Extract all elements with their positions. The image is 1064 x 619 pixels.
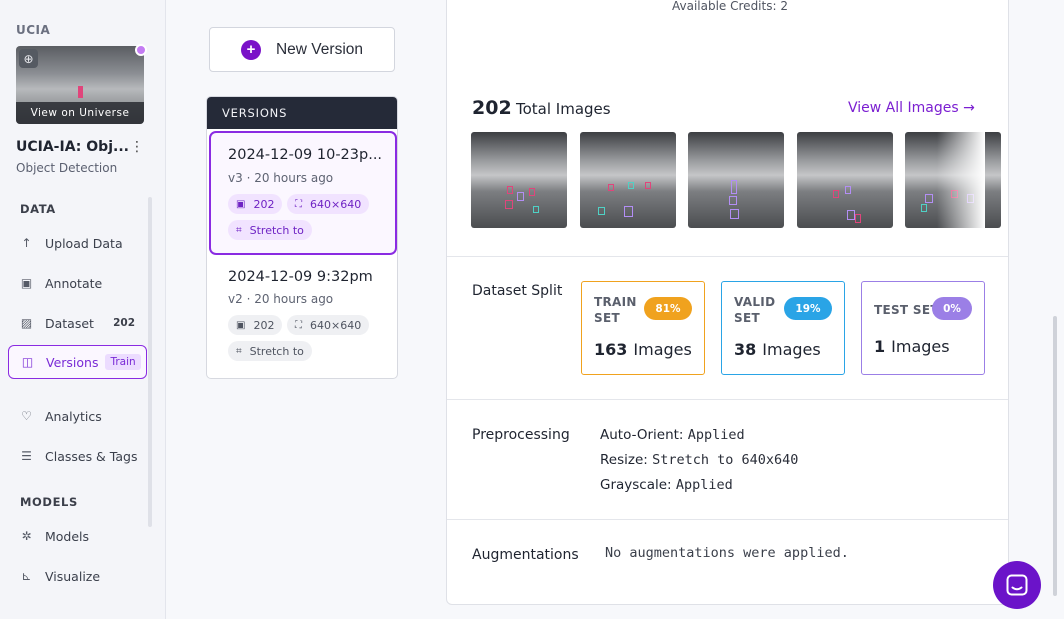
versions-icon: ◫ (21, 355, 34, 369)
divider (447, 256, 1008, 257)
image-thumbnail[interactable] (580, 132, 676, 228)
split-name: TRAIN SET (594, 295, 637, 325)
train-badge: Train (105, 354, 141, 370)
kebab-menu-icon[interactable]: ⋮ (130, 139, 144, 155)
version-card-v2[interactable]: 2024-12-09 9:32pm v2 · 20 hours ago ▣ 20… (209, 255, 397, 375)
chat-launcher-button[interactable] (993, 561, 1041, 609)
expand-icon: ⛶ (295, 319, 302, 331)
split-name: VALID SET (734, 295, 776, 325)
sidebar-item-label: Versions (46, 354, 99, 370)
sidebar-item-annotate[interactable]: ▣ Annotate (8, 266, 147, 300)
sidebar-item-versions[interactable]: ◫ Versions Train (8, 345, 147, 379)
image-icon: ▣ (236, 319, 246, 331)
sidebar-item-classes-tags[interactable]: ☰ Classes & Tags (8, 439, 147, 473)
sidebar-item-label: Annotate (45, 275, 103, 291)
annotate-icon: ▣ (20, 276, 33, 290)
section-title-data: DATA (20, 202, 56, 216)
project-type: Object Detection (16, 161, 118, 175)
split-name: TEST SET (874, 303, 939, 317)
sidebar-item-label: Dataset (45, 315, 94, 331)
sidebar-item-visualize[interactable]: ⊾ Visualize (8, 559, 147, 593)
globe-icon: ⊕ (19, 49, 38, 68)
view-all-images-link[interactable]: View All Images → (848, 100, 975, 116)
sidebar-item-label: Models (45, 528, 90, 544)
dataset-count-badge: 202 (113, 317, 135, 329)
split-count: 38 Images (734, 340, 821, 359)
project-status-dot (135, 44, 147, 56)
version-card-v3[interactable]: 2024-12-09 10-23p... v3 · 20 hours ago ▣… (209, 131, 397, 255)
version-meta: v2 · 20 hours ago (228, 292, 334, 306)
images-chip: ▣ 202 (228, 194, 283, 214)
image-thumbnail[interactable] (471, 132, 567, 228)
plus-icon: + (240, 39, 261, 60)
divider (447, 399, 1008, 400)
sidebar-scrollbar[interactable] (148, 197, 152, 527)
augmentations-value: No augmentations were applied. (605, 545, 849, 561)
valid-set-card: VALID SET 19% 38 Images (721, 281, 845, 375)
section-title-models: MODELS (20, 495, 78, 509)
preprocessing-grayscale: Grayscale: Applied (600, 477, 733, 493)
split-percent-badge: 0% (932, 297, 972, 320)
dataset-split-label: Dataset Split (472, 283, 563, 299)
resize-chip: ⌗ Stretch to (228, 220, 312, 240)
sidebar-item-models[interactable]: ✲ Models (8, 519, 147, 553)
project-name[interactable]: UCIA-IA: Obj... (16, 139, 129, 155)
upload-icon: ↑ (21, 236, 32, 250)
preprocessing-label: Preprocessing (472, 427, 570, 443)
version-detail-panel: Available Credits: 2 202 Total Images Vi… (446, 0, 1009, 605)
split-percent-badge: 19% (784, 297, 832, 320)
versions-header: VERSIONS (207, 97, 397, 129)
test-set-card: TEST SET 0% 1 Images (861, 281, 985, 375)
image-thumbnail[interactable] (688, 132, 784, 228)
sidebar-item-label: Upload Data (45, 235, 123, 251)
versions-list: VERSIONS 2024-12-09 10-23p... v3 · 20 ho… (206, 96, 398, 379)
split-count: 163 Images (594, 340, 692, 359)
available-credits: Available Credits: 2 (672, 0, 788, 13)
size-chip: ⛶ 640×640 (287, 194, 370, 214)
image-icon: ▣ (236, 198, 246, 210)
sidebar-item-label: Visualize (45, 568, 101, 584)
sidebar-item-upload-data[interactable]: ↑ Upload Data (8, 226, 147, 260)
new-version-label: New Version (275, 40, 363, 58)
analytics-icon: ♡ (21, 409, 32, 423)
sidebar-item-analytics[interactable]: ♡ Analytics (8, 399, 147, 433)
models-icon: ✲ (21, 529, 32, 543)
images-chip: ▣ 202 (228, 315, 283, 335)
preprocessing-resize: Resize: Stretch to 640x640 (600, 452, 799, 468)
dataset-icon: ▨ (20, 316, 33, 330)
preprocessing-auto-orient: Auto-Orient: Applied (600, 427, 745, 443)
workspace-label: UCIA (16, 23, 51, 37)
total-images-count: 202 (472, 97, 512, 119)
project-thumbnail[interactable]: ⊕ View on Universe (16, 46, 144, 124)
split-count: 1 Images (874, 337, 950, 356)
divider (447, 519, 1008, 520)
visualize-icon: ⊾ (21, 569, 32, 583)
chat-icon (1006, 574, 1028, 596)
sidebar-item-dataset[interactable]: ▨ Dataset 202 (8, 306, 147, 340)
augmentations-label: Augmentations (472, 547, 579, 563)
expand-icon: ⛶ (295, 198, 302, 210)
split-percent-badge: 81% (644, 297, 692, 320)
image-thumbnail[interactable] (797, 132, 893, 228)
resize-chip: ⌗ Stretch to (228, 341, 312, 361)
train-set-card: TRAIN SET 81% 163 Images (581, 281, 705, 375)
stretch-icon: ⌗ (236, 224, 242, 236)
classes-icon: ☰ (21, 449, 32, 463)
sidebar: UCIA ⊕ View on Universe UCIA-IA: Obj... … (0, 0, 166, 619)
thumbnail-annotation (78, 86, 83, 98)
sidebar-item-label: Analytics (45, 408, 102, 424)
stretch-icon: ⌗ (236, 345, 242, 357)
total-images-label: Total Images (516, 100, 611, 118)
version-title: 2024-12-09 10-23p... (228, 147, 383, 163)
version-meta: v3 · 20 hours ago (228, 171, 334, 185)
size-chip: ⛶ 640×640 (287, 315, 370, 335)
new-version-button[interactable]: + New Version (209, 27, 395, 72)
view-on-universe-button[interactable]: View on Universe (16, 102, 144, 124)
carousel-fade (937, 132, 985, 228)
page-scrollbar[interactable] (1053, 316, 1057, 596)
version-title: 2024-12-09 9:32pm (228, 269, 373, 285)
sidebar-item-label: Classes & Tags (45, 448, 138, 464)
